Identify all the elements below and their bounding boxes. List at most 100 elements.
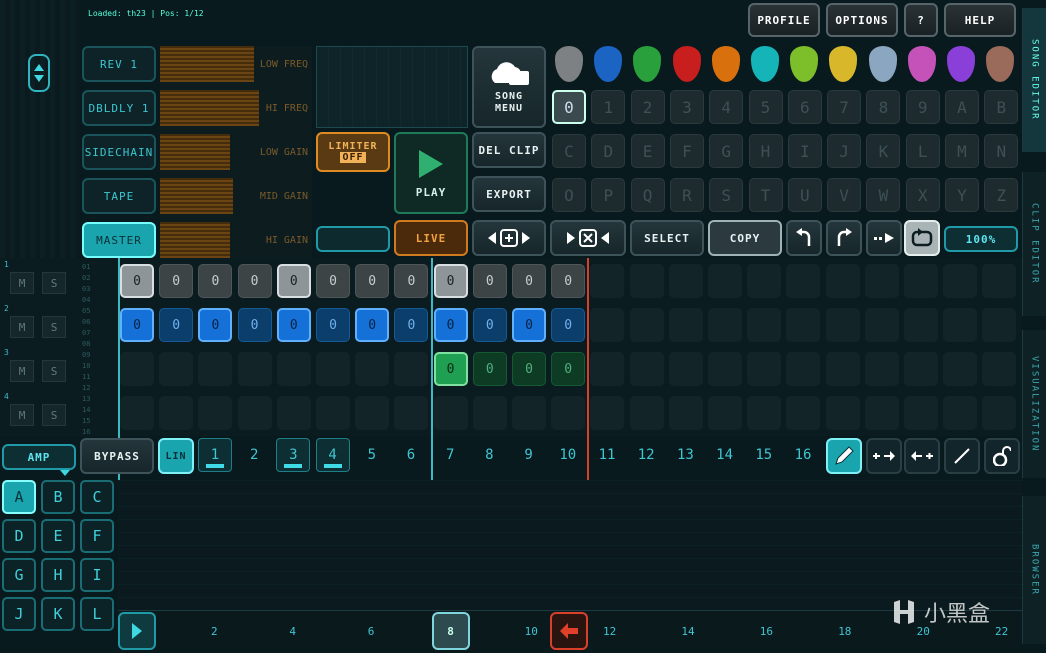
color-swatch-0[interactable] (555, 46, 583, 82)
track-3-solo-button[interactable]: S (42, 360, 66, 382)
delete-column-button[interactable] (550, 220, 626, 256)
clip-cell[interactable]: 0 (355, 264, 390, 298)
clip-cell-empty[interactable] (472, 396, 507, 430)
clip-key-p[interactable]: P (591, 178, 626, 212)
clip-cell-empty[interactable] (512, 396, 546, 430)
fx-tape-button[interactable]: TAPE (82, 178, 156, 214)
step-15-button[interactable]: 15 (747, 438, 781, 472)
clip-key-7[interactable]: 7 (827, 90, 862, 124)
clip-key-1[interactable]: 1 (591, 90, 626, 124)
clip-cell-empty[interactable] (668, 352, 703, 386)
clip-cell-empty[interactable] (864, 308, 899, 342)
tab-clip-editor[interactable]: CLIP EDITOR (1022, 172, 1046, 316)
timeline-position-marker[interactable]: 8 (432, 612, 470, 650)
color-swatch-11[interactable] (986, 46, 1015, 82)
clip-key-6[interactable]: 6 (787, 90, 822, 124)
clip-key-x[interactable]: X (905, 178, 940, 212)
clip-key-5[interactable]: 5 (748, 90, 783, 124)
clip-cell-empty[interactable] (433, 396, 468, 430)
step-1-button[interactable]: 1 (198, 438, 232, 472)
clip-letter-a[interactable]: A (2, 480, 36, 514)
clip-key-l[interactable]: L (905, 134, 940, 168)
clip-cell-empty[interactable] (786, 308, 821, 342)
clip-cell-empty[interactable] (394, 352, 429, 386)
clip-cell-empty[interactable] (943, 396, 978, 430)
clip-cell[interactable]: 0 (394, 308, 429, 342)
undo-button[interactable] (786, 220, 822, 256)
clip-cell-empty[interactable] (904, 352, 938, 386)
tab-visualization[interactable]: VISUALIZATION (1022, 330, 1046, 478)
clip-key-9[interactable]: 9 (905, 90, 940, 124)
clip-cell-empty[interactable] (747, 396, 782, 430)
clip-cell[interactable]: 0 (276, 308, 311, 342)
clip-cell-empty[interactable] (316, 396, 350, 430)
step-14-button[interactable]: 14 (708, 438, 742, 472)
clip-cell-empty[interactable] (159, 352, 194, 386)
clip-cell-empty[interactable] (590, 264, 625, 298)
clip-cell-empty[interactable] (825, 264, 860, 298)
low-gain-slider[interactable]: LOW GAIN (160, 134, 312, 170)
select-button[interactable]: SELECT (630, 220, 704, 256)
clip-cell-empty[interactable] (590, 352, 625, 386)
color-swatch-3[interactable] (672, 46, 701, 82)
track-3-mute-button[interactable]: M (10, 360, 34, 382)
clip-cell[interactable]: 0 (316, 308, 350, 342)
clip-cell-empty[interactable] (825, 352, 860, 386)
song-menu-button[interactable]: SONG MENU (472, 46, 546, 128)
clip-cell-empty[interactable] (943, 352, 978, 386)
clip-cell-empty[interactable] (747, 308, 782, 342)
clip-key-w[interactable]: W (866, 178, 901, 212)
tab-song-editor[interactable]: SONG EDITOR (1022, 8, 1046, 152)
clip-cell[interactable]: 0 (120, 308, 154, 342)
zoom-display[interactable]: 100% (944, 226, 1018, 252)
clip-cell[interactable]: 0 (433, 264, 468, 298)
clip-cell[interactable]: 0 (159, 308, 194, 342)
clip-cell-empty[interactable] (551, 396, 586, 430)
hi-freq-slider[interactable]: HI FREQ (160, 90, 312, 126)
live-button[interactable]: LIVE (394, 220, 468, 256)
clip-letter-j[interactable]: J (2, 597, 36, 631)
loop-button[interactable] (904, 220, 940, 256)
shift-left-button[interactable] (904, 438, 940, 474)
step-9-button[interactable]: 9 (512, 438, 546, 472)
clip-cell-empty[interactable] (590, 396, 625, 430)
color-swatch-5[interactable] (751, 46, 779, 82)
clip-cell-empty[interactable] (864, 264, 899, 298)
clip-key-2[interactable]: 2 (630, 90, 665, 124)
clip-letter-f[interactable]: F (80, 519, 114, 553)
clip-cell-empty[interactable] (708, 396, 742, 430)
clip-cell[interactable]: 0 (355, 308, 390, 342)
help-button[interactable]: HELP (944, 3, 1016, 37)
options-button[interactable]: OPTIONS (826, 3, 898, 37)
copy-button[interactable]: COPY (708, 220, 782, 256)
lin-button[interactable]: LIN (158, 438, 194, 474)
clip-cell-empty[interactable] (668, 308, 703, 342)
track-4-mute-button[interactable]: M (10, 404, 34, 426)
unlock-button[interactable] (984, 438, 1020, 474)
clip-cell-empty[interactable] (786, 352, 821, 386)
clip-key-v[interactable]: V (827, 178, 862, 212)
clip-cell[interactable]: 0 (237, 308, 272, 342)
clip-cell-empty[interactable] (943, 308, 978, 342)
play-button[interactable]: PLAY (394, 132, 468, 214)
clip-cell-empty[interactable] (825, 308, 860, 342)
clip-cell[interactable]: 0 (512, 352, 546, 386)
amp-select[interactable]: AMP (2, 444, 76, 470)
mid-gain-slider[interactable]: MID GAIN (160, 178, 312, 214)
clip-cell-empty[interactable] (668, 264, 703, 298)
xy-pad[interactable] (316, 46, 468, 128)
clip-cell-empty[interactable] (198, 396, 233, 430)
clip-cell[interactable]: 0 (472, 264, 507, 298)
shift-right-button[interactable] (866, 438, 902, 474)
clip-cell[interactable]: 0 (551, 308, 586, 342)
del-clip-button[interactable]: DEL CLIP (472, 132, 546, 168)
fx-rev1-button[interactable]: REV 1 (82, 46, 156, 82)
tab-browser[interactable]: BROWSER (1022, 496, 1046, 644)
track-2-mute-button[interactable]: M (10, 316, 34, 338)
clip-cell-empty[interactable] (198, 352, 233, 386)
clip-key-r[interactable]: R (669, 178, 704, 212)
clip-cell-empty[interactable] (904, 396, 938, 430)
bypass-button[interactable]: BYPASS (80, 438, 154, 474)
clip-key-k[interactable]: K (866, 134, 901, 168)
clip-key-0[interactable]: 0 (552, 90, 586, 124)
